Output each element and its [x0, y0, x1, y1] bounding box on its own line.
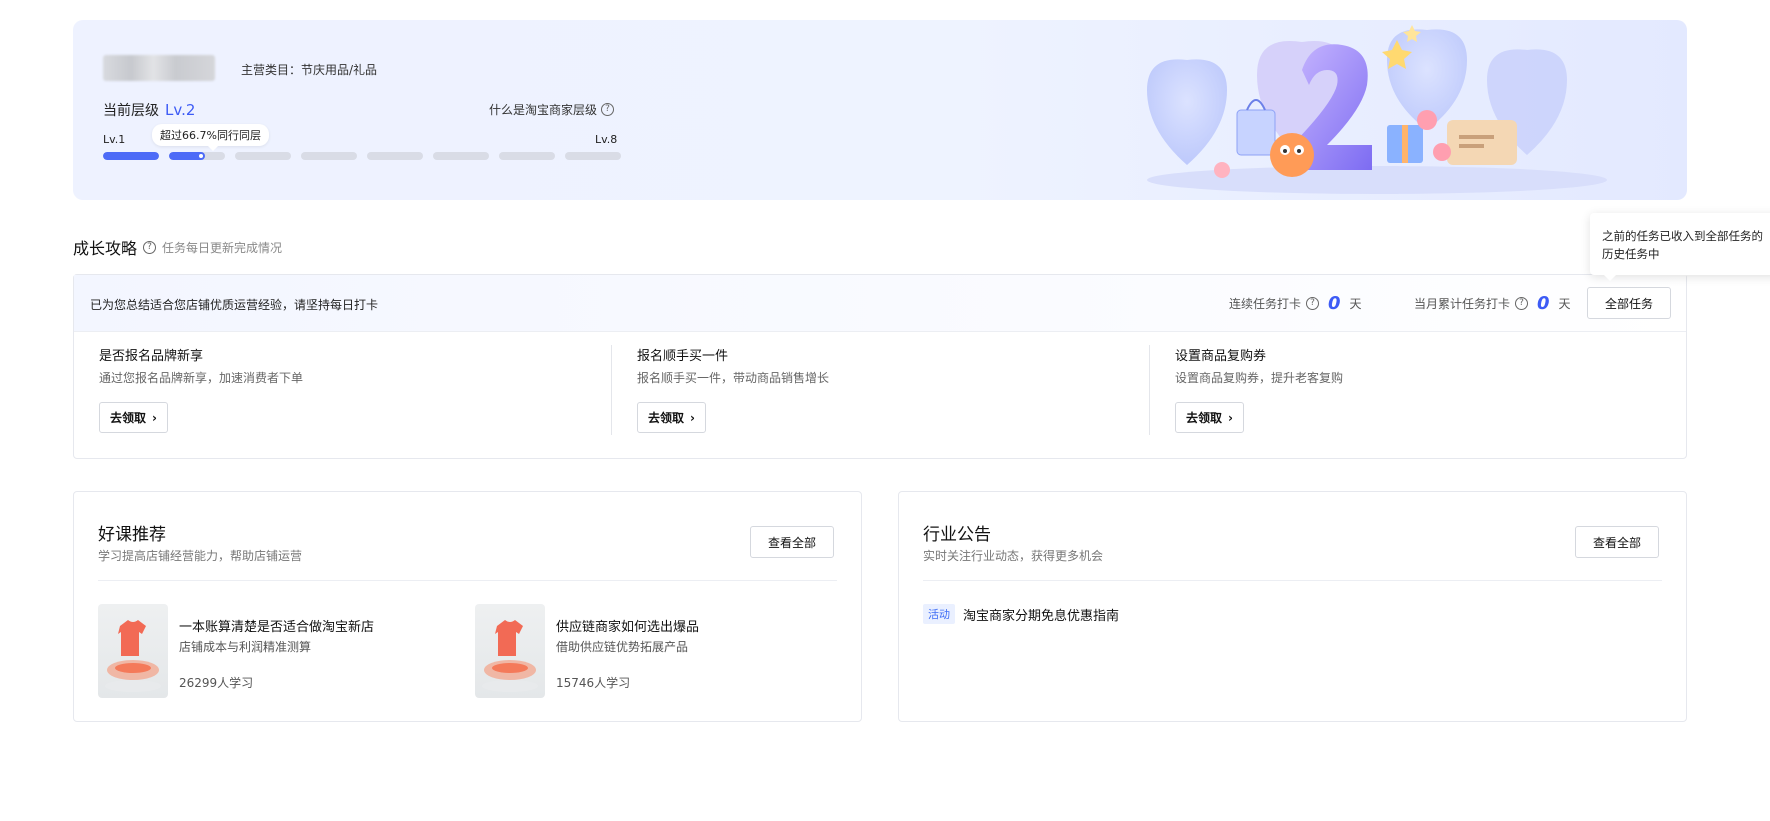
course-item[interactable]: 供应链商家如何选出爆品 借助供应链优势拓展产品 15746人学习 — [475, 604, 835, 699]
view-all-notices-button[interactable]: 查看全部 — [1575, 526, 1659, 558]
task-list: 是否报名品牌新享 通过您报名品牌新享，加速消费者下单 去领取 › 报名顺手买一件… — [74, 332, 1686, 458]
question-circle-icon[interactable]: ? — [1306, 297, 1320, 310]
progress-segment — [565, 152, 621, 160]
month-unit: 天 — [1558, 297, 1571, 311]
month-stat: 当月累计任务打卡 ? 0 天 — [1414, 293, 1571, 314]
history-tasks-tooltip: 之前的任务已收入到全部任务的历史任务中 ✕ — [1590, 213, 1770, 281]
all-tasks-button[interactable]: 全部任务 — [1587, 287, 1671, 319]
task-name: 是否报名品牌新享 — [99, 349, 204, 364]
course-recommend-card: 好课推荐 学习提高店铺经营能力，帮助店铺运营 查看全部 一本账算清楚是否适合做淘… — [73, 491, 862, 722]
notice-card-subtitle: 实时关注行业动态，获得更多机会 — [923, 549, 1104, 563]
tooltip-text: 之前的任务已收入到全部任务的历史任务中 — [1602, 229, 1763, 261]
current-level-value: Lv.2 — [165, 101, 196, 119]
streak-unit: 天 — [1349, 297, 1362, 311]
claim-button-label: 去领取 — [648, 411, 685, 425]
course-card-title: 好课推荐 — [98, 525, 166, 545]
level-banner: 主营类目： 节庆用品/礼品 当前层级 Lv.2 什么是淘宝商家层级 ? Lv.1… — [73, 20, 1687, 200]
task-desc: 设置商品复购券，提升老客复购 — [1175, 371, 1344, 385]
course-learner-count: 15746人学习 — [556, 676, 631, 690]
course-thumbnail — [98, 604, 168, 698]
task-item: 设置商品复购券 设置商品复购券，提升老客复购 去领取 › — [1150, 332, 1688, 459]
industry-notice-card: 行业公告 实时关注行业动态，获得更多机会 查看全部 活动 淘宝商家分期免息优惠指… — [898, 491, 1687, 722]
growth-section-header: 成长攻略 ? 任务每日更新完成情况 — [73, 235, 282, 259]
progress-fill — [103, 152, 159, 160]
level-start-label: Lv.1 — [103, 133, 126, 146]
course-item[interactable]: 一本账算清楚是否适合做淘宝新店 店铺成本与利润精准测算 26299人学习 — [98, 604, 458, 699]
what-is-level-text: 什么是淘宝商家层级 — [489, 103, 598, 117]
question-circle-icon: ? — [601, 103, 615, 116]
chevron-right-icon: › — [690, 410, 695, 425]
notice-text: 淘宝商家分期免息优惠指南 — [963, 608, 1120, 624]
task-item: 报名顺手买一件 报名顺手买一件，带动商品销售增长 去领取 › — [612, 332, 1150, 459]
claim-button[interactable]: 去领取 › — [99, 402, 168, 433]
progress-segment — [169, 152, 225, 160]
month-label: 当月累计任务打卡 — [1414, 297, 1511, 311]
level-illustration — [1147, 25, 1607, 194]
task-desc: 通过您报名品牌新享，加速消费者下单 — [99, 371, 304, 385]
task-card-header: 已为您总结适合您店铺优质运营经验，请坚持每日打卡 连续任务打卡 ? 0 天 当月… — [74, 275, 1686, 332]
month-value: 0 — [1537, 293, 1550, 314]
level-end-label: Lv.8 — [595, 133, 618, 146]
card-divider — [923, 580, 1662, 581]
course-title: 供应链商家如何选出爆品 — [556, 620, 700, 635]
claim-button[interactable]: 去领取 › — [637, 402, 706, 433]
course-title: 一本账算清楚是否适合做淘宝新店 — [179, 620, 375, 635]
streak-stat: 连续任务打卡 ? 0 天 — [1229, 293, 1362, 314]
task-item: 是否报名品牌新享 通过您报名品牌新享，加速消费者下单 去领取 › — [74, 332, 612, 459]
chevron-right-icon: › — [1228, 410, 1233, 425]
claim-button-label: 去领取 — [1186, 411, 1223, 425]
claim-button[interactable]: 去领取 › — [1175, 402, 1244, 433]
current-level-label: 当前层级 — [103, 103, 159, 119]
task-name: 设置商品复购券 — [1175, 349, 1267, 364]
streak-label: 连续任务打卡 — [1229, 297, 1302, 311]
store-name-blurred — [103, 55, 215, 81]
progress-segment — [103, 152, 159, 160]
question-circle-icon[interactable]: ? — [1515, 297, 1529, 310]
task-name: 报名顺手买一件 — [637, 349, 729, 364]
what-is-level-link[interactable]: 什么是淘宝商家层级 ? — [489, 101, 615, 118]
question-circle-icon[interactable]: ? — [143, 240, 157, 254]
peer-comparison-tooltip: 超过66.7%同行同层 — [152, 124, 269, 151]
streak-value: 0 — [1328, 293, 1341, 314]
course-subtitle: 借助供应链优势拓展产品 — [556, 640, 689, 654]
progress-segment — [367, 152, 423, 160]
category-label: 主营类目： — [241, 63, 302, 77]
current-level: 当前层级 Lv.2 — [103, 100, 195, 120]
course-subtitle: 店铺成本与利润精准测算 — [179, 640, 312, 654]
growth-title: 成长攻略 — [73, 239, 138, 258]
progress-segment — [499, 152, 555, 160]
notice-item[interactable]: 活动 淘宝商家分期免息优惠指南 — [923, 604, 1119, 624]
progress-segment — [235, 152, 291, 160]
view-all-courses-button[interactable]: 查看全部 — [750, 526, 834, 558]
course-thumbnail — [475, 604, 545, 698]
progress-segment — [433, 152, 489, 160]
notice-card-title: 行业公告 — [923, 525, 991, 545]
level-progress-bar — [103, 152, 621, 160]
claim-button-label: 去领取 — [110, 411, 147, 425]
card-divider — [98, 580, 837, 581]
category-value: 节庆用品/礼品 — [301, 63, 378, 77]
progress-segment — [301, 152, 357, 160]
task-desc: 报名顺手买一件，带动商品销售增长 — [637, 371, 830, 385]
notice-tag: 活动 — [923, 604, 955, 624]
task-intro: 已为您总结适合您店铺优质运营经验，请坚持每日打卡 — [90, 298, 379, 312]
growth-subtitle: 任务每日更新完成情况 — [162, 240, 283, 255]
chevron-right-icon: › — [152, 410, 157, 425]
main-category: 主营类目： 节庆用品/礼品 — [241, 61, 377, 78]
course-card-subtitle: 学习提高店铺经营能力，帮助店铺运营 — [98, 549, 303, 563]
course-learner-count: 26299人学习 — [179, 676, 254, 690]
task-card: 已为您总结适合您店铺优质运营经验，请坚持每日打卡 连续任务打卡 ? 0 天 当月… — [73, 274, 1687, 459]
